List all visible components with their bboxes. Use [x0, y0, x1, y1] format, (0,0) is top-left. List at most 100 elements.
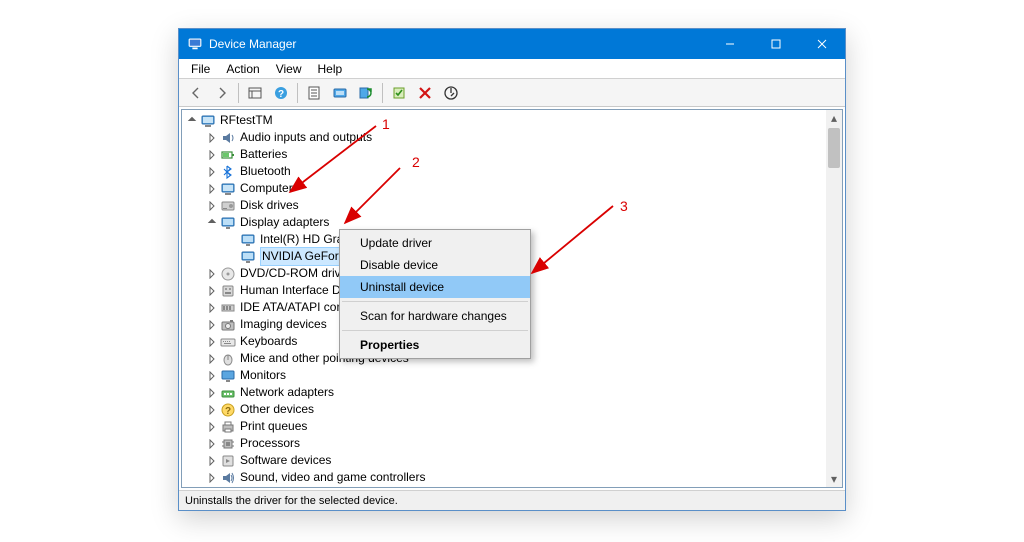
tree-category-storage[interactable]: Storage controllers — [182, 486, 826, 487]
expand-icon[interactable] — [206, 438, 218, 450]
show-hidden-button[interactable] — [243, 81, 267, 105]
properties-button[interactable] — [302, 81, 326, 105]
tree-category-printer[interactable]: Print queues — [182, 418, 826, 435]
expand-icon[interactable] — [206, 370, 218, 382]
expand-icon[interactable] — [206, 455, 218, 467]
menu-action[interactable]: Action — [218, 60, 267, 78]
node-label: Network adapters — [240, 384, 334, 401]
expand-icon[interactable] — [206, 285, 218, 297]
window-title: Device Manager — [209, 37, 707, 51]
toolbar-separator — [238, 83, 239, 103]
toolbar: ? — [179, 79, 845, 107]
scroll-down-icon[interactable]: ▾ — [826, 471, 842, 487]
expand-icon[interactable] — [206, 336, 218, 348]
svg-text:?: ? — [278, 89, 284, 100]
expand-icon[interactable] — [206, 319, 218, 331]
node-label: Print queues — [240, 418, 307, 435]
svg-text:?: ? — [225, 406, 231, 417]
node-label: Disk drives — [240, 197, 299, 214]
expand-icon[interactable] — [206, 200, 218, 212]
collapse-icon[interactable] — [186, 115, 198, 127]
node-label: Audio inputs and outputs — [240, 129, 372, 146]
context-disable-device[interactable]: Disable device — [340, 254, 530, 276]
expand-icon[interactable] — [206, 472, 218, 484]
expand-icon[interactable] — [206, 302, 218, 314]
context-menu-separator — [342, 330, 528, 331]
device-manager-icon — [187, 36, 203, 52]
maximize-button[interactable] — [753, 29, 799, 59]
scroll-up-icon[interactable]: ▴ — [826, 110, 842, 126]
vertical-scrollbar[interactable]: ▴ ▾ — [826, 110, 842, 487]
optical-icon — [220, 266, 236, 282]
forward-button[interactable] — [210, 81, 234, 105]
expand-icon[interactable] — [206, 268, 218, 280]
menu-view[interactable]: View — [268, 60, 310, 78]
help-button[interactable]: ? — [269, 81, 293, 105]
menu-file[interactable]: File — [183, 60, 218, 78]
battery-icon — [220, 147, 236, 163]
hid-icon — [220, 283, 236, 299]
statusbar-text: Uninstalls the driver for the selected d… — [185, 495, 398, 507]
tree-category-audio[interactable]: Audio inputs and outputs — [182, 129, 826, 146]
node-label: Sound, video and game controllers — [240, 469, 425, 486]
enable-device-button[interactable] — [387, 81, 411, 105]
computer-icon — [200, 113, 216, 129]
tree-category-cpu[interactable]: Processors — [182, 435, 826, 452]
node-label: Computer — [240, 180, 293, 197]
minimize-button[interactable] — [707, 29, 753, 59]
expand-icon[interactable] — [206, 149, 218, 161]
scan-hardware-button[interactable] — [354, 81, 378, 105]
context-properties[interactable]: Properties — [340, 334, 530, 356]
network-icon — [220, 385, 236, 401]
expand-icon[interactable] — [206, 166, 218, 178]
scrollbar-thumb[interactable] — [828, 128, 840, 168]
cpu-icon — [220, 436, 236, 452]
node-label: Bluetooth — [240, 163, 291, 180]
node-label: Other devices — [240, 401, 314, 418]
expand-icon[interactable] — [206, 353, 218, 365]
menubar: File Action View Help — [179, 59, 845, 79]
uninstall-device-button[interactable] — [413, 81, 437, 105]
node-label: DVD/CD-ROM drives — [240, 265, 353, 282]
tree-category-bluetooth[interactable]: Bluetooth — [182, 163, 826, 180]
tree-root[interactable]: RFtestTM — [182, 112, 826, 129]
context-update-driver[interactable]: Update driver — [340, 232, 530, 254]
expand-icon[interactable] — [206, 387, 218, 399]
node-label: Storage controllers — [240, 486, 341, 487]
tree-category-network[interactable]: Network adapters — [182, 384, 826, 401]
printer-icon — [220, 419, 236, 435]
computer-icon — [220, 181, 236, 197]
collapse-icon[interactable] — [206, 217, 218, 229]
disable-device-button[interactable] — [439, 81, 463, 105]
menu-help[interactable]: Help — [310, 60, 351, 78]
tree-category-software[interactable]: Software devices — [182, 452, 826, 469]
expand-icon[interactable] — [206, 132, 218, 144]
sound-icon — [220, 470, 236, 486]
context-menu-separator — [342, 301, 528, 302]
update-driver-button[interactable] — [328, 81, 352, 105]
tree-category-sound[interactable]: Sound, video and game controllers — [182, 469, 826, 486]
expand-icon[interactable] — [206, 404, 218, 416]
titlebar[interactable]: Device Manager — [179, 29, 845, 59]
toolbar-separator — [297, 83, 298, 103]
node-label: RFtestTM — [220, 112, 273, 129]
expand-icon[interactable] — [206, 421, 218, 433]
context-menu: Update driver Disable device Uninstall d… — [339, 229, 531, 359]
bluetooth-icon — [220, 164, 236, 180]
node-label: Keyboards — [240, 333, 297, 350]
expand-icon[interactable] — [206, 183, 218, 195]
context-scan-hardware[interactable]: Scan for hardware changes — [340, 305, 530, 327]
context-uninstall-device[interactable]: Uninstall device — [340, 276, 530, 298]
software-icon — [220, 453, 236, 469]
tree-category-other[interactable]: ? Other devices — [182, 401, 826, 418]
node-label: Imaging devices — [240, 316, 327, 333]
tree-category-computer[interactable]: Computer — [182, 180, 826, 197]
tree-category-battery[interactable]: Batteries — [182, 146, 826, 163]
disk-icon — [220, 198, 236, 214]
statusbar: Uninstalls the driver for the selected d… — [179, 490, 845, 510]
close-button[interactable] — [799, 29, 845, 59]
node-label: Processors — [240, 435, 300, 452]
tree-category-disk[interactable]: Disk drives — [182, 197, 826, 214]
back-button[interactable] — [184, 81, 208, 105]
tree-category-monitor[interactable]: Monitors — [182, 367, 826, 384]
